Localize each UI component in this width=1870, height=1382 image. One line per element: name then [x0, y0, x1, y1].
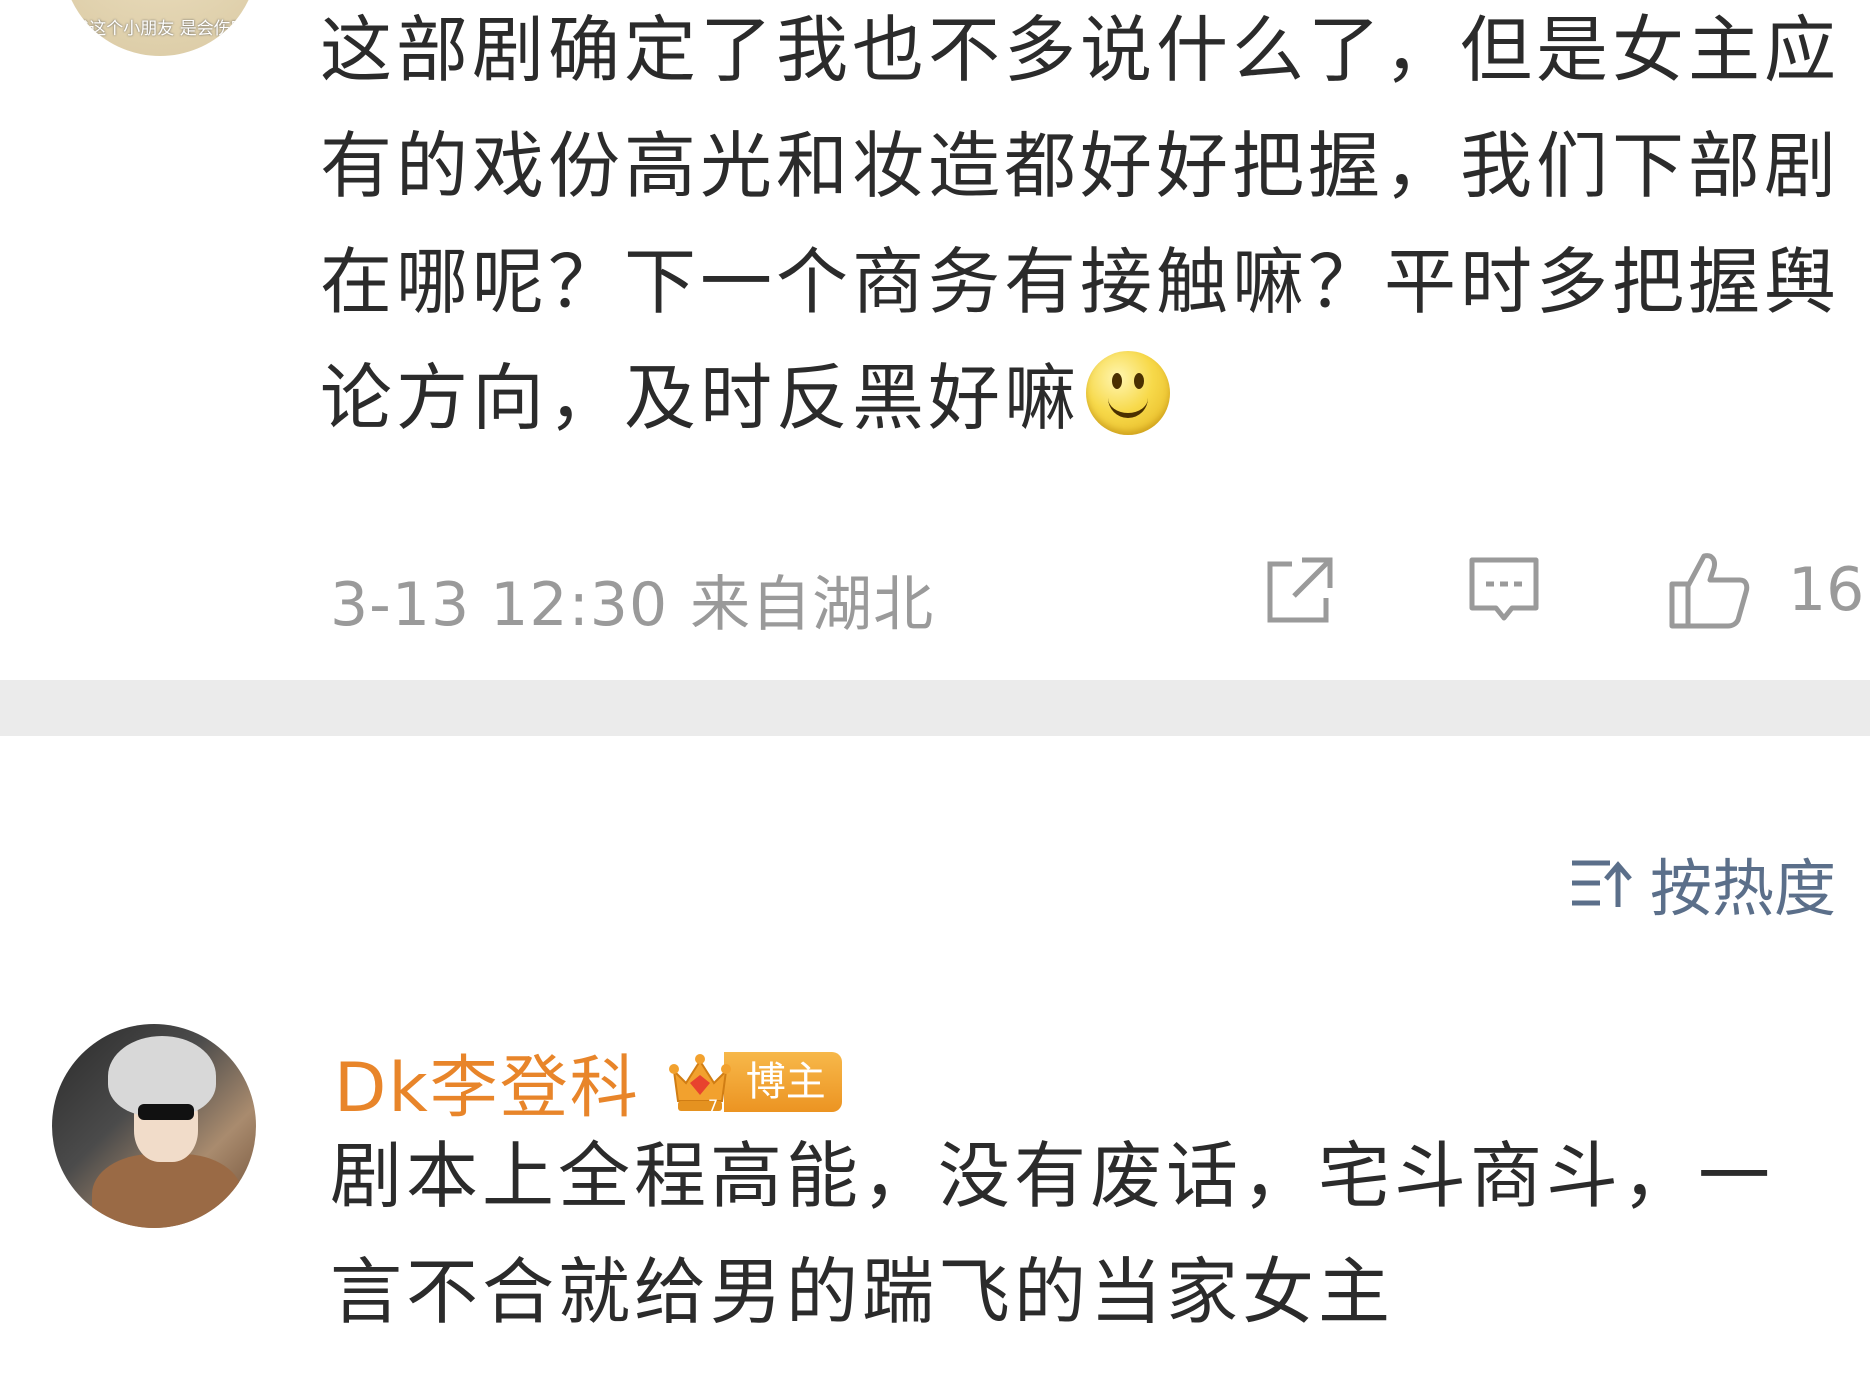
- like-button[interactable]: 16: [1668, 552, 1865, 629]
- avatar-caption: 我这个小朋友 是会伤害: [72, 19, 248, 39]
- sort-label: 按热度: [1649, 852, 1836, 925]
- share-button[interactable]: [1262, 552, 1338, 628]
- comment-header: Dk李登科 7 博主: [334, 1032, 842, 1131]
- commenter-name[interactable]: Dk李登科: [334, 1032, 640, 1131]
- post-location: 来自湖北: [690, 570, 935, 640]
- section-divider: [0, 680, 1870, 736]
- blogger-badge: 7 博主: [668, 1049, 842, 1115]
- comment-icon: [1469, 557, 1539, 621]
- comment-text: 剧本上全程高能，没有废话，宅斗商斗，一言不合就给男的踹飞的当家女主: [330, 1134, 1775, 1334]
- badge-level: 7: [708, 1096, 718, 1115]
- post-body: 这部剧确定了我也不多说什么了，但是女主应有的戏份高光和妆造都好好把握，我们下部剧…: [320, 0, 1850, 456]
- like-count: 16: [1788, 555, 1865, 625]
- thumbs-up-icon: [1669, 553, 1750, 629]
- commenter-avatar[interactable]: [52, 1024, 256, 1228]
- badge-label: 博主: [723, 1051, 842, 1112]
- comment-item: Dk李登科 7 博主 剧本上全程高能，没有废话，宅斗商斗，一言不合就给男的踹飞的…: [0, 1010, 1870, 1382]
- sort-by-hot-button[interactable]: 按热度: [1570, 838, 1836, 928]
- smile-emoji-icon: [1086, 351, 1171, 435]
- share-icon: [1267, 557, 1333, 623]
- sort-icon: [1571, 860, 1632, 907]
- post-author-avatar[interactable]: 我这个小朋友 是会伤害: [62, 0, 258, 56]
- post-card: 我这个小朋友 是会伤害 这部剧确定了我也不多说什么了，但是女主应有的戏份高光和妆…: [0, 0, 1870, 680]
- post-meta: 3-13 12:30 来自湖北: [330, 556, 934, 643]
- comment-button[interactable]: [1466, 552, 1542, 628]
- crown-icon: 7: [668, 1053, 731, 1115]
- post-body-text: 这部剧确定了我也不多说什么了，但是女主应有的戏份高光和妆造都好好把握，我们下部剧…: [320, 8, 1841, 440]
- post-time: 3-13 12:30: [330, 570, 669, 640]
